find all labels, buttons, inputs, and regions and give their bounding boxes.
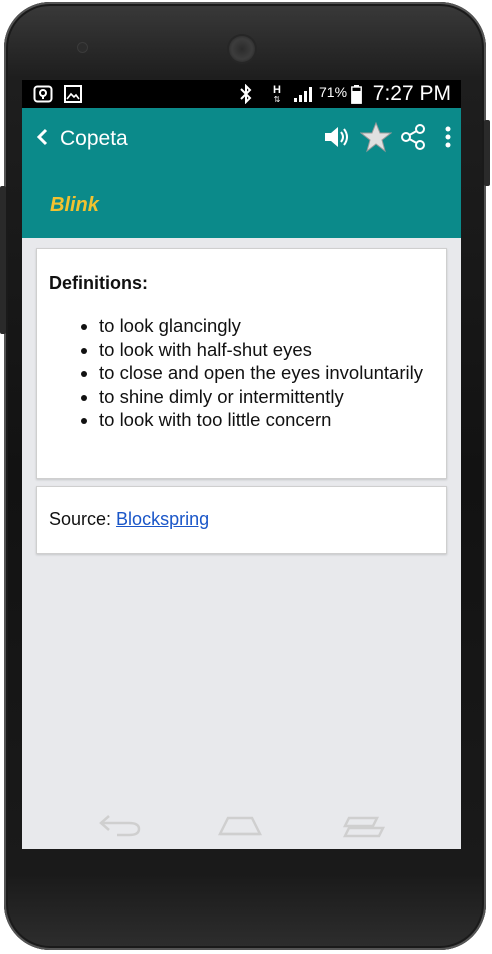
back-arrow-icon[interactable] — [34, 125, 54, 149]
word-title: Blink — [50, 194, 99, 216]
clock: 7:27 PM — [372, 82, 451, 105]
source-label: Source: — [49, 509, 117, 529]
speaker-icon[interactable] — [320, 121, 354, 153]
nav-back-icon[interactable] — [94, 807, 146, 843]
vpn-key-icon — [32, 85, 54, 103]
more-vert-icon[interactable] — [436, 121, 460, 153]
battery-percent: 71% — [319, 84, 348, 100]
front-camera — [78, 43, 87, 52]
star-icon[interactable] — [359, 121, 393, 153]
nav-home-icon[interactable] — [214, 807, 266, 843]
status-bar: H ⇅ 71% 7:27 PM — [22, 80, 461, 108]
battery-icon — [349, 84, 363, 104]
definitions-card: Definitions: to look glancingly to look … — [36, 248, 447, 479]
source-link[interactable]: Blockspring — [116, 509, 209, 529]
network-label: H — [273, 83, 281, 96]
app-bar: Copeta Blink — [22, 108, 461, 238]
data-arrows-icon: ⇅ — [273, 94, 281, 104]
app-title: Copeta — [60, 127, 128, 150]
image-icon — [62, 85, 84, 103]
share-icon[interactable] — [398, 121, 428, 153]
earpiece-speaker — [229, 36, 255, 62]
definition-item: to look with too little concern — [99, 408, 429, 432]
source-text: Source: Blockspring — [49, 509, 209, 530]
definition-item: to look glancingly — [99, 314, 429, 338]
volume-button — [0, 186, 6, 334]
navigation-bar — [22, 795, 461, 855]
definition-item: to close and open the eyes involuntarily — [99, 361, 429, 385]
definition-item: to look with half-shut eyes — [99, 338, 429, 362]
source-card: Source: Blockspring — [36, 486, 447, 554]
power-button — [484, 120, 490, 186]
network-type-icon: H ⇅ — [270, 83, 284, 104]
bluetooth-icon — [236, 84, 256, 104]
nav-recents-icon[interactable] — [338, 807, 390, 843]
screen: H ⇅ 71% 7:27 PM Copeta Blink Definitions… — [22, 80, 461, 849]
signal-icon — [292, 85, 316, 103]
definition-item: to shine dimly or intermittently — [99, 385, 429, 409]
definitions-heading: Definitions: — [49, 273, 148, 293]
definitions-list: to look glancingly to look with half-shu… — [49, 314, 429, 432]
